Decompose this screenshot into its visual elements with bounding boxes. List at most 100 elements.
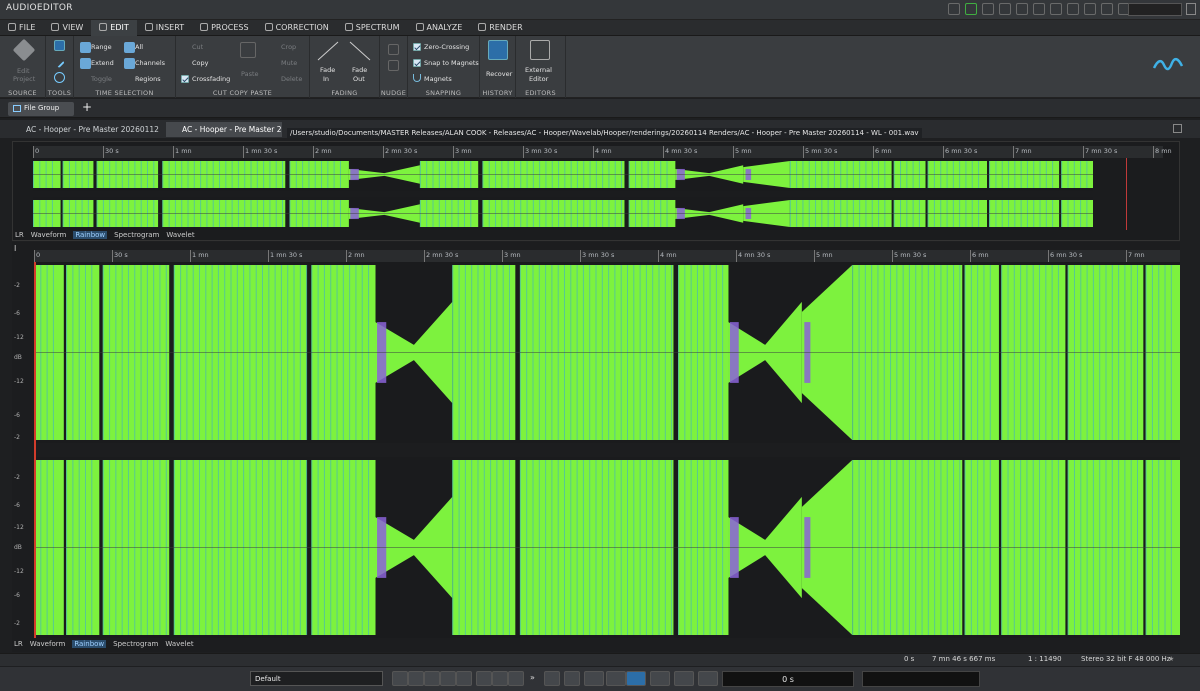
all-button[interactable]: All [135,43,143,51]
back-arrow-icon[interactable] [1101,3,1113,15]
fade-in-icon[interactable] [316,40,340,62]
menu-insert[interactable]: INSERT [137,20,192,36]
paste-button[interactable]: Paste [241,70,259,78]
paste-icon[interactable] [240,42,256,58]
lr-toggle[interactable]: LR [14,640,23,648]
secondary-time-display[interactable] [862,671,980,687]
audio-length[interactable]: 7 mn 46 s 667 ms [932,655,995,663]
tab-rainbow[interactable]: Rainbow [72,640,107,648]
playhead-cursor[interactable] [34,262,36,638]
menu-file[interactable]: FILE [0,20,43,36]
menu-view[interactable]: VIEW [43,20,91,36]
prev-marker-icon[interactable] [476,671,492,686]
more-controls-icon[interactable]: » [530,673,535,682]
menu-correction[interactable]: CORRECTION [257,20,337,36]
punch-icon[interactable] [392,671,408,686]
stop-icon[interactable] [650,671,670,686]
play-icon[interactable] [674,671,694,686]
nudge-right-icon[interactable] [388,60,399,71]
cursor-position[interactable]: 0 s [904,655,914,663]
save-as-icon[interactable] [1033,3,1045,15]
preset-select[interactable]: Default [250,671,383,686]
tab-rainbow[interactable]: Rainbow [73,231,108,239]
tab-wavelet[interactable]: Wavelet [165,640,193,648]
select-tool-icon[interactable] [54,40,65,51]
snap-magnets-checkbox[interactable] [413,59,421,67]
file-path-tooltip: /Users/studio/Documents/MASTER Releases/… [287,128,922,138]
lr-toggle[interactable]: LR [15,231,24,239]
ruler-tick [1083,146,1084,158]
tab-wavelet[interactable]: Wavelet [166,231,194,239]
nudge-left-icon[interactable] [388,44,399,55]
time-display[interactable]: 0 s [722,671,854,687]
main-ruler[interactable]: 0 30 s 1 mn 1 mn 30 s 2 mn 2 mn 30 s 3 mn 3 mn … [34,250,1180,262]
speaker-tool-icon[interactable] [54,72,65,83]
history-icon[interactable] [1050,3,1062,15]
fade-out-icon[interactable] [348,40,372,62]
next-marker-icon[interactable] [492,671,508,686]
crossfading-checkbox[interactable] [181,75,189,83]
magnets-button[interactable]: Magnets [424,75,452,83]
overview-waveform[interactable] [33,158,1163,230]
db-label: -12 [14,378,24,385]
pre-roll-icon[interactable] [456,671,472,686]
tab-menu-icon[interactable] [1173,124,1182,133]
rewind-icon[interactable] [584,671,604,686]
doc-tab-2[interactable]: AC - Hooper - Pre Master 20260114 - WL -… [166,122,282,137]
copy-button[interactable]: Copy [192,59,209,67]
loop-icon[interactable] [626,671,646,686]
toggle-button[interactable]: Toggle [91,75,112,83]
bypass-icon[interactable] [440,671,456,686]
overview-ruler[interactable]: 0 30 s 1 mn 1 mn 30 s 2 mn 2 mn 30 s 3 mn 3 mn … [33,146,1172,158]
zoom-level[interactable]: 1 : 11490 [1028,655,1062,663]
zero-crossing-checkbox[interactable] [413,43,421,51]
mute-button[interactable]: Mute [281,59,297,67]
go-to-end-icon[interactable] [564,671,580,686]
doc-tab-1[interactable]: AC - Hooper - Pre Master 20260112 [10,122,165,137]
menu-render[interactable]: RENDER [470,20,530,36]
menu-edit[interactable]: EDIT [91,20,137,36]
record-icon[interactable] [698,671,718,686]
grid-icon[interactable] [965,3,977,15]
workspace-combo[interactable] [1128,3,1182,16]
menu-label: INSERT [155,23,185,32]
channels-button[interactable]: Channels [135,59,165,67]
tab-spectrogram[interactable]: Spectrogram [114,231,159,239]
menu-analyze[interactable]: ANALYZE [408,20,471,36]
menu-process[interactable]: PROCESS [192,20,256,36]
open-file-icon[interactable] [982,3,994,15]
tab-spectrogram[interactable]: Spectrogram [113,640,158,648]
folder-icon[interactable] [999,3,1011,15]
ruler-label: 2 mn 30 s [385,147,418,155]
extend-button[interactable]: Extend [91,59,114,67]
fast-forward-icon[interactable] [606,671,626,686]
redo-icon[interactable] [1084,3,1096,15]
tab-waveform[interactable]: Waveform [30,640,66,648]
edit-project-icon[interactable] [12,38,36,62]
tab-waveform[interactable]: Waveform [31,231,67,239]
main-waveform[interactable] [34,262,1180,638]
menu-spectrum[interactable]: SPECTRUM [337,20,408,36]
cut-button[interactable]: Cut [192,43,203,51]
crop-button[interactable]: Crop [281,43,296,51]
metronome-icon[interactable] [408,671,424,686]
window-icon[interactable] [1186,3,1196,15]
external-editor-icon[interactable] [530,40,550,60]
regions-button[interactable]: Regions [135,75,161,83]
pencil-tool-icon[interactable] [51,54,65,69]
recover-icon[interactable] [488,40,508,60]
zoom-cursor-icon[interactable]: I [14,244,16,253]
delete-button[interactable]: Delete [281,75,302,83]
range-button[interactable]: Range [91,43,112,51]
star-icon[interactable]: ★ [1168,655,1174,663]
go-to-start-icon[interactable] [544,671,560,686]
marker-icon[interactable] [508,671,524,686]
audio-format[interactable]: Stereo 32 bit F 48 000 Hz [1081,655,1170,663]
undo-icon[interactable] [1067,3,1079,15]
save-icon[interactable] [1016,3,1028,15]
loop-mode-icon[interactable] [424,671,440,686]
group-label: HISTORY [482,89,513,97]
home-icon[interactable] [948,3,960,15]
file-group-tab[interactable]: File Group [8,102,74,116]
add-group-button[interactable]: + [82,100,92,114]
